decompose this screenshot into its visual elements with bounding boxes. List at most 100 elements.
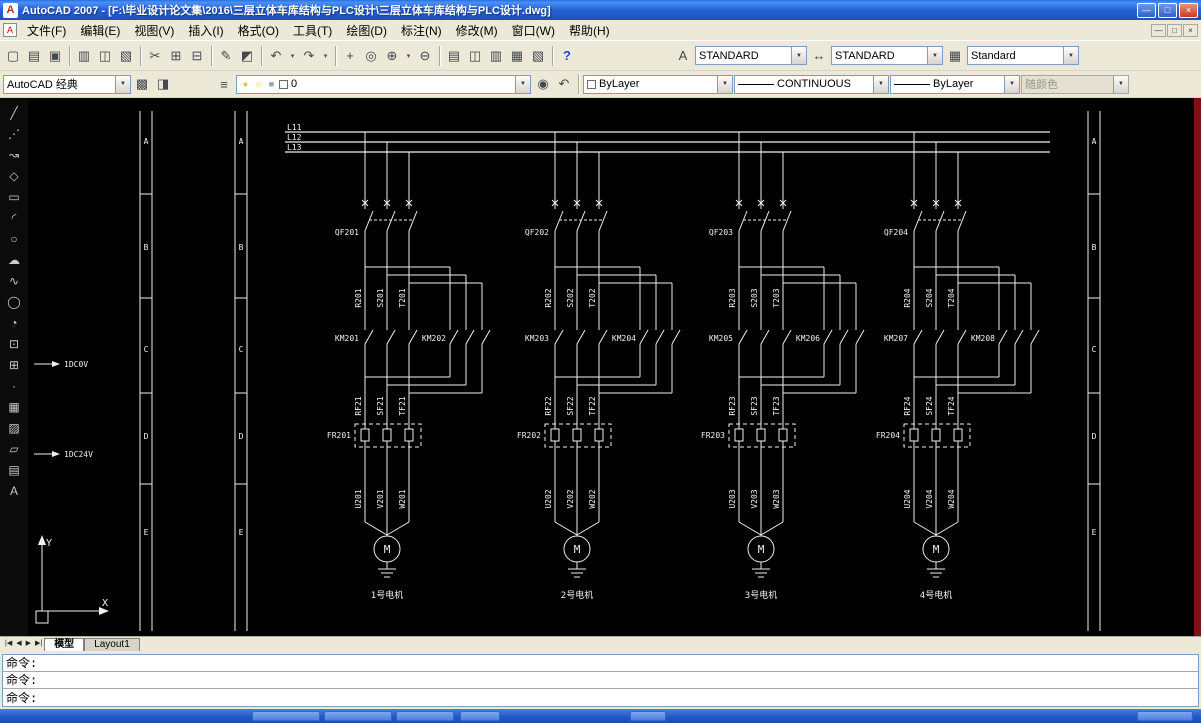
- revision-cloud-icon[interactable]: ☁: [3, 250, 25, 270]
- arc-icon[interactable]: ◜: [3, 208, 25, 228]
- plot-preview-icon[interactable]: ◫: [95, 46, 115, 66]
- tab-nav-next-icon[interactable]: ▶: [24, 637, 33, 651]
- publish-icon[interactable]: ▧: [116, 46, 136, 66]
- gradient-icon[interactable]: ▨: [3, 418, 25, 438]
- block-editor-icon[interactable]: ◩: [237, 46, 257, 66]
- table-style-select[interactable]: Standard ▼: [967, 46, 1079, 65]
- dim-style-select[interactable]: STANDARD ▼: [831, 46, 943, 65]
- menu-edit[interactable]: 编辑(E): [73, 20, 127, 41]
- text-style-select[interactable]: STANDARD ▼: [695, 46, 807, 65]
- text-style-icon[interactable]: A: [673, 46, 693, 66]
- maximize-button[interactable]: □: [1158, 2, 1177, 18]
- mdi-close-button[interactable]: ×: [1183, 23, 1198, 37]
- chevron-down-icon[interactable]: ▼: [927, 47, 942, 64]
- command-text-area[interactable]: 命令: 命令: 命令:: [2, 654, 1199, 707]
- close-button[interactable]: ×: [1179, 2, 1198, 18]
- save-icon[interactable]: ▣: [45, 46, 65, 66]
- tab-layout1[interactable]: Layout1: [84, 638, 140, 651]
- color-select[interactable]: ByLayer ▼: [583, 74, 733, 94]
- layer-freeze-icon[interactable]: ☼: [253, 79, 264, 89]
- menu-view[interactable]: 视图(V): [127, 20, 181, 41]
- linetype-select[interactable]: CONTINUOUS ▼: [734, 74, 889, 94]
- hatch-icon[interactable]: ▦: [3, 397, 25, 417]
- menu-insert[interactable]: 插入(I): [181, 20, 230, 41]
- menu-tools[interactable]: 工具(T): [286, 20, 339, 41]
- make-object-layer-current-icon[interactable]: ◉: [533, 74, 553, 94]
- taskbar-button[interactable]: [252, 711, 320, 721]
- menu-file[interactable]: 文件(F): [20, 20, 73, 41]
- taskbar-button[interactable]: [396, 711, 454, 721]
- make-block-icon[interactable]: ⊞: [3, 355, 25, 375]
- region-icon[interactable]: ▱: [3, 439, 25, 459]
- menu-draw[interactable]: 绘图(D): [339, 20, 394, 41]
- spline-icon[interactable]: ∿: [3, 271, 25, 291]
- mdi-restore-button[interactable]: □: [1167, 23, 1182, 37]
- qnew-icon[interactable]: ▢: [3, 46, 23, 66]
- circle-icon[interactable]: ○: [3, 229, 25, 249]
- layer-properties-manager-icon[interactable]: ≡: [214, 74, 234, 94]
- match-properties-icon[interactable]: ✎: [216, 46, 236, 66]
- menu-window[interactable]: 窗口(W): [505, 20, 562, 41]
- menu-format[interactable]: 格式(O): [231, 20, 286, 41]
- lineweight-select[interactable]: ByLayer ▼: [890, 74, 1020, 94]
- menu-modify[interactable]: 修改(M): [449, 20, 505, 41]
- chevron-down-icon[interactable]: ▼: [1004, 75, 1019, 93]
- sheet-set-manager-icon[interactable]: ▦: [507, 46, 527, 66]
- copy-icon[interactable]: ⊞: [166, 46, 186, 66]
- mdi-minimize-button[interactable]: —: [1151, 23, 1166, 37]
- dwg-document-icon[interactable]: A: [3, 23, 17, 37]
- drawing-canvas[interactable]: A A A B B B C C C D D D E E E L11 L12 L13 R201 RF21 U201 S201…: [28, 98, 1201, 636]
- chevron-down-icon[interactable]: ▼: [1063, 47, 1078, 64]
- menu-help[interactable]: 帮助(H): [562, 20, 617, 41]
- taskbar-button[interactable]: [324, 711, 392, 721]
- layer-on-icon[interactable]: ●: [240, 79, 251, 89]
- zoom-realtime-icon[interactable]: ◎: [361, 46, 381, 66]
- workspace-toggle-icon[interactable]: ▩: [132, 74, 152, 94]
- tab-nav-prev-icon[interactable]: ◀: [14, 637, 23, 651]
- rectangle-icon[interactable]: ▭: [3, 187, 25, 207]
- chevron-down-icon[interactable]: ▼: [873, 75, 888, 93]
- redo-dropdown-icon[interactable]: ▾: [320, 46, 331, 66]
- polygon-icon[interactable]: ◇: [3, 166, 25, 186]
- dim-style-icon[interactable]: ↔: [809, 46, 829, 66]
- polyline-icon[interactable]: ↝: [3, 145, 25, 165]
- construction-line-icon[interactable]: ⋰: [3, 124, 25, 144]
- undo-icon[interactable]: ↶: [266, 46, 286, 66]
- paste-icon[interactable]: ⊟: [187, 46, 207, 66]
- undo-dropdown-icon[interactable]: ▾: [287, 46, 298, 66]
- zoom-previous-icon[interactable]: ⊖: [415, 46, 435, 66]
- taskbar-button[interactable]: [1137, 711, 1193, 721]
- minimize-button[interactable]: —: [1137, 2, 1156, 18]
- cut-icon[interactable]: ✂: [145, 46, 165, 66]
- menu-dimension[interactable]: 标注(N): [394, 20, 449, 41]
- workspace-settings-icon[interactable]: ◨: [153, 74, 173, 94]
- chevron-down-icon[interactable]: ▼: [515, 75, 530, 93]
- chevron-down-icon[interactable]: ▼: [791, 47, 806, 64]
- workspace-select[interactable]: AutoCAD 经典 ▼: [3, 74, 131, 94]
- help-icon[interactable]: ?: [557, 46, 577, 66]
- command-prompt[interactable]: 命令:: [3, 689, 1198, 707]
- autocad-app-icon[interactable]: A: [3, 2, 18, 18]
- chevron-down-icon[interactable]: ▼: [115, 75, 130, 93]
- designcenter-icon[interactable]: ◫: [465, 46, 485, 66]
- point-icon[interactable]: ·: [3, 376, 25, 396]
- plot-icon[interactable]: ▥: [74, 46, 94, 66]
- layer-color-swatch[interactable]: [279, 79, 288, 89]
- layer-select[interactable]: ● ☼ ■ 0 ▼: [236, 74, 531, 94]
- layer-previous-icon[interactable]: ↶: [554, 74, 574, 94]
- table-icon[interactable]: ▤: [3, 460, 25, 480]
- tab-nav-first-icon[interactable]: |◀: [3, 637, 14, 651]
- tab-nav-last-icon[interactable]: ▶|: [33, 637, 44, 651]
- zoom-flyout-icon[interactable]: ▾: [403, 46, 414, 66]
- open-icon[interactable]: ▤: [24, 46, 44, 66]
- chevron-down-icon[interactable]: ▼: [717, 75, 732, 93]
- multiline-text-icon[interactable]: A: [3, 481, 25, 501]
- taskbar-button[interactable]: [460, 711, 500, 721]
- layer-lock-icon[interactable]: ■: [266, 79, 277, 89]
- line-icon[interactable]: ╱: [3, 103, 25, 123]
- taskbar-button[interactable]: [630, 711, 666, 721]
- pan-icon[interactable]: +: [340, 46, 360, 66]
- ellipse-icon[interactable]: ◯: [3, 292, 25, 312]
- zoom-window-icon[interactable]: ⊕: [382, 46, 402, 66]
- ellipse-arc-icon[interactable]: ◔: [3, 313, 25, 333]
